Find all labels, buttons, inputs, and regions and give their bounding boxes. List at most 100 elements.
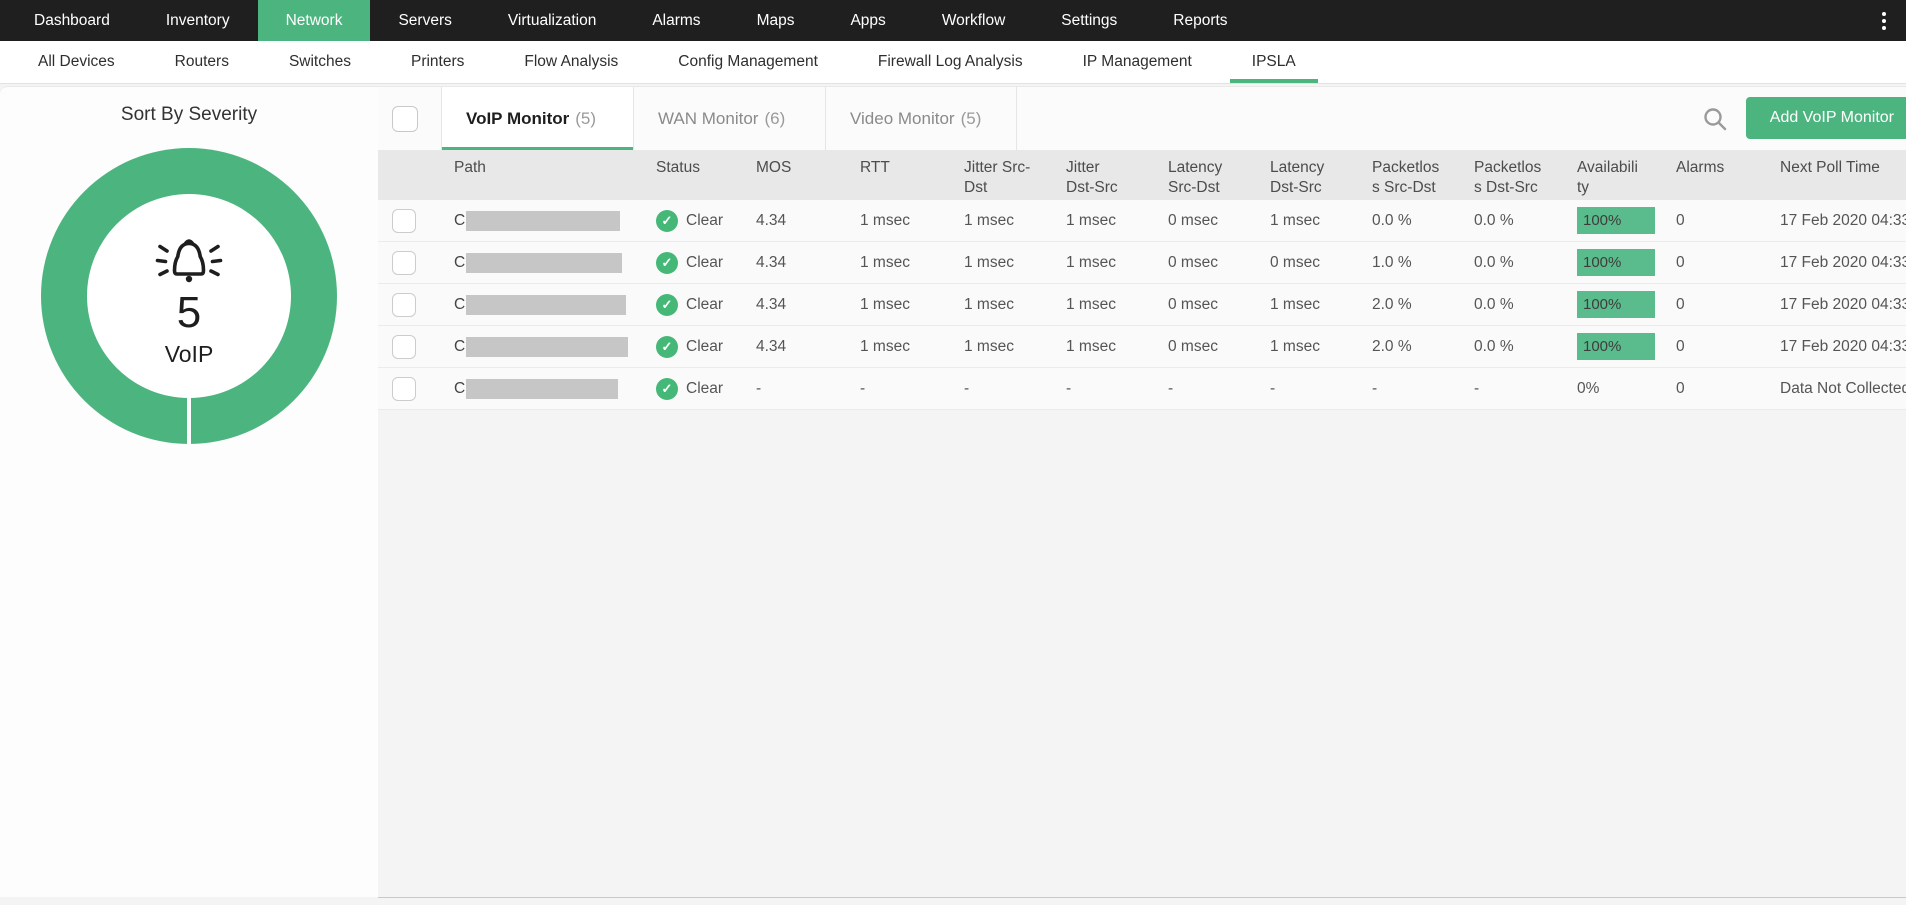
status-text: Clear [686, 212, 723, 230]
column-header-mos[interactable]: MOS [748, 150, 852, 200]
column-header-pl_src_dst[interactable]: Packetloss Src-Dst [1364, 150, 1466, 200]
subnav-item-flow-analysis[interactable]: Flow Analysis [494, 41, 648, 83]
search-icon[interactable] [1702, 106, 1728, 132]
tab-video-monitor[interactable]: Video Monitor (5) [825, 87, 1017, 150]
column-header-latency_dst_src[interactable]: LatencyDst-Src [1262, 150, 1364, 200]
nav-item-reports[interactable]: Reports [1145, 0, 1255, 41]
nav-item-apps[interactable]: Apps [822, 0, 913, 41]
column-header-next_poll[interactable]: Next Poll Time [1772, 150, 1906, 200]
cell-latency_dst_src: 0 msec [1262, 254, 1364, 272]
table-body: C✓Clear4.341 msec1 msec1 msec0 msec1 mse… [378, 200, 1906, 410]
nav-item-dashboard[interactable]: Dashboard [6, 0, 138, 41]
cell-latency_dst_src: 1 msec [1262, 296, 1364, 314]
monitor-panel: VoIP Monitor(5)WAN Monitor(6)Video Monit… [378, 86, 1906, 905]
path-text[interactable]: C [454, 338, 465, 356]
path-text[interactable]: C [454, 212, 465, 230]
severity-title: Sort By Severity [0, 87, 378, 126]
path-redaction-bar [466, 211, 620, 231]
cell-latency_dst_src: 1 msec [1262, 338, 1364, 356]
row-checkbox-cell [378, 251, 446, 275]
path-text[interactable]: C [454, 254, 465, 272]
tab-count: (5) [961, 109, 982, 129]
subnav-item-printers[interactable]: Printers [381, 41, 494, 83]
cell-alarms: 0 [1668, 380, 1772, 398]
row-checkbox[interactable] [392, 293, 416, 317]
cell-rtt: 1 msec [852, 296, 956, 314]
cell-latency_src_dst: 0 msec [1160, 212, 1262, 230]
cell-alarms: 0 [1668, 338, 1772, 356]
path-redaction-bar [466, 253, 622, 273]
tab-wan-monitor[interactable]: WAN Monitor(6) [633, 87, 825, 150]
subnav-item-routers[interactable]: Routers [145, 41, 259, 83]
add-voip-monitor-button[interactable]: Add VoIP Monitor [1746, 97, 1906, 139]
availability-bar: 100% [1577, 249, 1655, 276]
column-header-rtt[interactable]: RTT [852, 150, 956, 200]
cell-pl_dst_src: - [1466, 380, 1569, 398]
nav-item-workflow[interactable]: Workflow [914, 0, 1033, 41]
severity-donut-chart[interactable]: 5 VoIP [41, 148, 337, 444]
subnav-item-switches[interactable]: Switches [259, 41, 381, 83]
column-header-pl_dst_src[interactable]: Packetloss Dst-Src [1466, 150, 1569, 200]
nav-item-inventory[interactable]: Inventory [138, 0, 258, 41]
monitor-tabstrip: VoIP Monitor(5)WAN Monitor(6)Video Monit… [378, 86, 1906, 150]
availability-bar: 100% [1577, 333, 1655, 360]
path-text[interactable]: C [454, 380, 465, 398]
row-checkbox[interactable] [392, 251, 416, 275]
availability-bar: 100% [1577, 207, 1655, 234]
cell-latency_dst_src: 1 msec [1262, 212, 1364, 230]
row-checkbox-cell [378, 335, 446, 359]
cell-latency_dst_src: - [1262, 380, 1364, 398]
column-header-jitter_dst_src[interactable]: JitterDst-Src [1058, 150, 1160, 200]
cell-alarms: 0 [1668, 296, 1772, 314]
subnav-item-firewall-log-analysis[interactable]: Firewall Log Analysis [848, 41, 1053, 83]
cell-mos: - [748, 380, 852, 398]
top-nav: DashboardInventoryNetworkServersVirtuali… [0, 0, 1906, 41]
nav-item-servers[interactable]: Servers [370, 0, 479, 41]
cell-pl_dst_src: 0.0 % [1466, 338, 1569, 356]
cell-availability: 100% [1569, 333, 1668, 360]
subnav-item-ip-management[interactable]: IP Management [1053, 41, 1222, 83]
cell-alarms: 0 [1668, 212, 1772, 230]
cell-status: ✓Clear [648, 252, 748, 274]
column-header-availability[interactable]: Availability [1569, 150, 1668, 200]
status-clear-icon: ✓ [656, 336, 678, 358]
select-all-checkbox[interactable] [392, 106, 418, 132]
tab-label: WAN Monitor [658, 109, 758, 129]
status-clear-icon: ✓ [656, 210, 678, 232]
tab-label: Video Monitor [850, 109, 955, 129]
cell-pl_src_dst: 2.0 % [1364, 338, 1466, 356]
cell-path: C [446, 295, 648, 315]
row-checkbox[interactable] [392, 335, 416, 359]
nav-item-network[interactable]: Network [258, 0, 371, 41]
tab-voip-monitor[interactable]: VoIP Monitor(5) [441, 87, 633, 150]
subnav-item-ipsla[interactable]: IPSLA [1222, 41, 1326, 83]
cell-latency_src_dst: 0 msec [1160, 296, 1262, 314]
row-checkbox[interactable] [392, 377, 416, 401]
donut-center: 5 VoIP [87, 194, 291, 398]
path-redaction-bar [466, 379, 618, 399]
subnav-item-all-devices[interactable]: All Devices [8, 41, 145, 83]
cell-next_poll: 17 Feb 2020 04:33: [1772, 338, 1906, 356]
table-row: C✓Clear--------0%0Data Not Collected [378, 368, 1906, 410]
column-header-path[interactable]: Path [446, 150, 648, 200]
nav-item-maps[interactable]: Maps [729, 0, 823, 41]
subnav-item-config-management[interactable]: Config Management [648, 41, 848, 83]
cell-latency_src_dst: 0 msec [1160, 254, 1262, 272]
column-header-alarms[interactable]: Alarms [1668, 150, 1772, 200]
cell-next_poll: Data Not Collected [1772, 380, 1906, 398]
cell-pl_src_dst: 2.0 % [1364, 296, 1466, 314]
cell-pl_dst_src: 0.0 % [1466, 254, 1569, 272]
nav-overflow-menu-icon[interactable] [1862, 0, 1906, 41]
column-header-status[interactable]: Status [648, 150, 748, 200]
column-header-jitter_src_dst[interactable]: Jitter Src-Dst [956, 150, 1058, 200]
row-checkbox[interactable] [392, 209, 416, 233]
status-clear-icon: ✓ [656, 378, 678, 400]
nav-item-alarms[interactable]: Alarms [624, 0, 728, 41]
cell-jitter_dst_src: 1 msec [1058, 338, 1160, 356]
nav-item-virtualization[interactable]: Virtualization [480, 0, 624, 41]
nav-item-settings[interactable]: Settings [1033, 0, 1145, 41]
column-header-latency_src_dst[interactable]: LatencySrc-Dst [1160, 150, 1262, 200]
path-text[interactable]: C [454, 296, 465, 314]
status-text: Clear [686, 338, 723, 356]
table-bottom-divider [378, 897, 1906, 898]
